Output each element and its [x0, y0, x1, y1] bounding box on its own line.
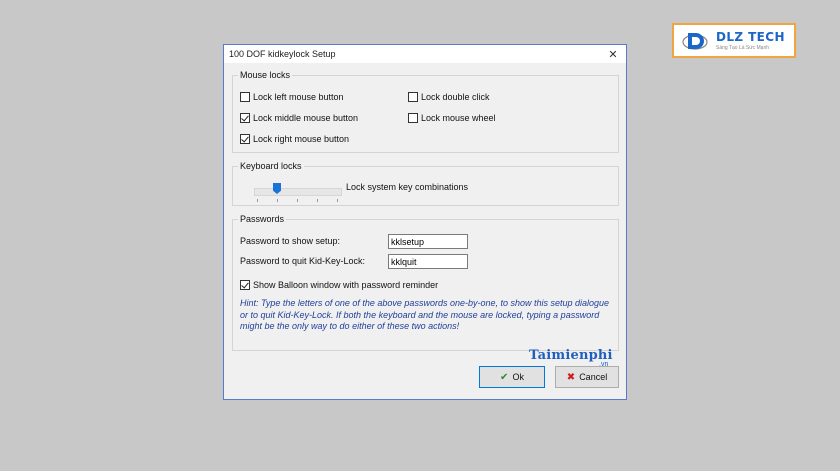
keyboard-lock-slider[interactable] — [254, 183, 342, 202]
check-icon: ✔ — [500, 371, 509, 383]
window-title: 100 DOF kidkeylock Setup — [229, 49, 336, 59]
ok-button[interactable]: ✔ Ok — [479, 366, 545, 388]
title-bar[interactable]: 100 DOF kidkeylock Setup ✕ — [224, 45, 626, 63]
slider-tick — [257, 199, 258, 202]
mouse-locks-group: Mouse locks Lock left mouse button Lock … — [232, 70, 619, 153]
lock-middle-mouse-button-checkbox[interactable]: Lock middle mouse button — [240, 113, 358, 123]
slider-tick — [337, 199, 338, 202]
close-icon[interactable]: ✕ — [606, 48, 620, 61]
setup-dialog: 100 DOF kidkeylock Setup ✕ Mouse locks L… — [223, 44, 627, 400]
slider-tick — [277, 199, 278, 202]
quit-password-label: Password to quit Kid-Key-Lock: — [240, 256, 366, 266]
checkbox-box[interactable] — [240, 134, 250, 144]
passwords-group: Passwords Password to show setup: Passwo… — [232, 214, 619, 368]
cancel-button[interactable]: ✖ Cancel — [555, 366, 619, 388]
keyboard-locks-legend: Keyboard locks — [238, 161, 304, 171]
passwords-legend: Passwords — [238, 214, 287, 224]
checkbox-box[interactable] — [240, 92, 250, 102]
lock-mouse-wheel-checkbox[interactable]: Lock mouse wheel — [408, 113, 496, 123]
show-setup-password-label: Password to show setup: — [240, 236, 341, 246]
taimienphi-watermark: Taimienphi .vn — [529, 348, 613, 368]
lock-double-click-checkbox[interactable]: Lock double click — [408, 92, 490, 102]
show-balloon-checkbox[interactable]: Show Balloon window with password remind… — [240, 280, 438, 290]
show-setup-password-input[interactable] — [388, 234, 468, 249]
lock-left-mouse-button-checkbox[interactable]: Lock left mouse button — [240, 92, 344, 102]
slider-tick — [297, 199, 298, 202]
quit-password-input[interactable] — [388, 254, 468, 269]
checkbox-box[interactable] — [408, 113, 418, 123]
slider-track[interactable] — [254, 188, 342, 196]
checkbox-box[interactable] — [240, 113, 250, 123]
slider-label: Lock system key combinations — [346, 182, 469, 192]
password-hint: Hint: Type the letters of one of the abo… — [240, 298, 610, 331]
logo-tagline: Sáng Tạo Là Sức Mạnh — [716, 45, 770, 51]
logo-mark-icon — [682, 29, 710, 53]
logo-brand: DLZ TECH — [716, 30, 785, 44]
lock-right-mouse-button-checkbox[interactable]: Lock right mouse button — [240, 134, 349, 144]
checkbox-box[interactable] — [240, 280, 250, 290]
dlz-tech-logo: DLZ TECH Sáng Tạo Là Sức Mạnh — [672, 23, 796, 58]
keyboard-locks-group: Keyboard locks Lock system key combinati… — [232, 161, 619, 206]
slider-tick — [317, 199, 318, 202]
cross-icon: ✖ — [566, 371, 576, 383]
mouse-locks-legend: Mouse locks — [238, 70, 293, 80]
checkbox-box[interactable] — [408, 92, 418, 102]
